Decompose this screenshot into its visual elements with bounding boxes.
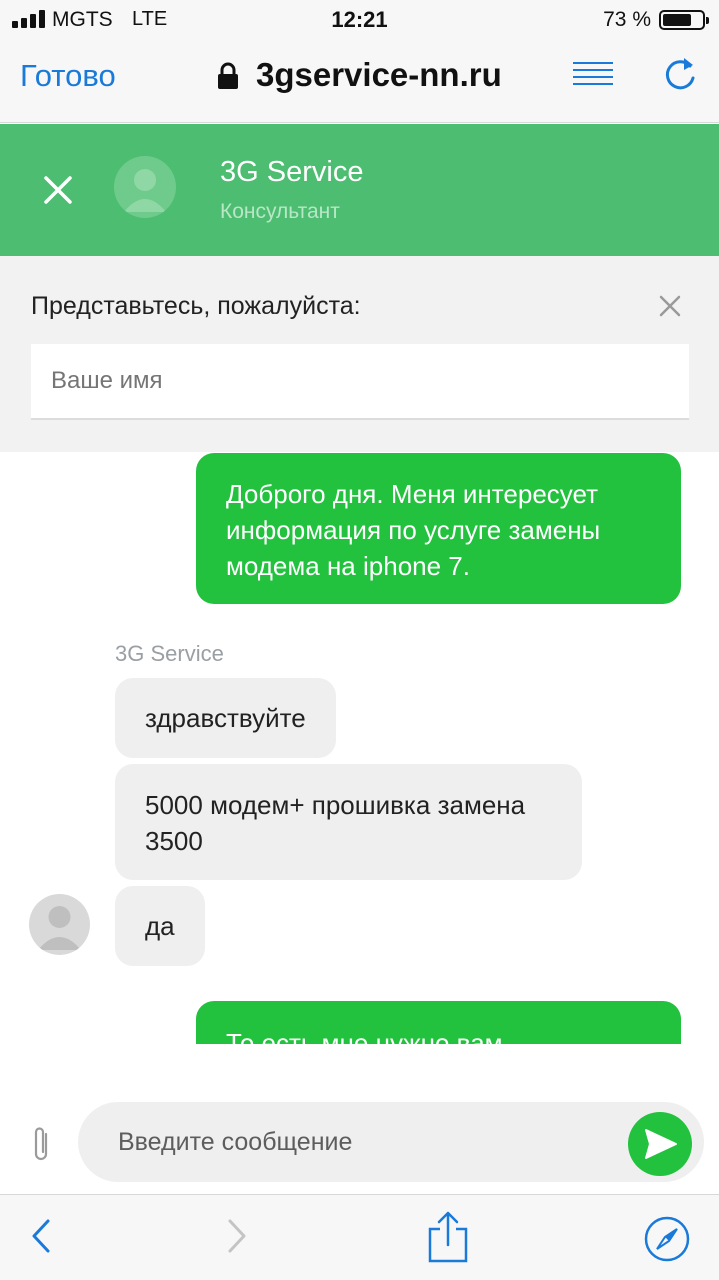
sender-label: 3G Service <box>115 641 224 666</box>
agent-avatar-small <box>29 894 90 955</box>
incoming-message: да <box>115 886 205 966</box>
person-icon <box>124 169 166 212</box>
reader-view-icon[interactable] <box>572 60 614 88</box>
close-form-icon[interactable] <box>658 294 682 318</box>
battery-percentage: 73 % <box>603 8 651 31</box>
agent-avatar <box>114 156 176 218</box>
close-chat-icon[interactable] <box>40 172 76 208</box>
paperclip-icon[interactable] <box>27 1124 55 1164</box>
back-chevron-icon[interactable] <box>26 1211 56 1261</box>
done-button[interactable]: Готово <box>20 58 116 94</box>
message-input[interactable] <box>118 1120 618 1164</box>
browser-header: Готово 3gservice-nn.ru <box>0 40 719 123</box>
lock-icon <box>218 62 238 89</box>
outgoing-message: Доброго дня. Меня интересует информация … <box>196 453 681 604</box>
outgoing-message: То есть мне нужно вам <box>196 1001 681 1044</box>
url-text: 3gservice-nn.ru <box>256 56 502 93</box>
agent-role: Консультант <box>220 200 340 223</box>
message-list[interactable]: Доброго дня. Меня интересует информация … <box>0 452 719 1044</box>
message-composer <box>0 1044 719 1194</box>
reload-icon[interactable] <box>664 56 698 92</box>
share-icon[interactable] <box>426 1209 470 1265</box>
forward-chevron-icon[interactable] <box>222 1211 252 1261</box>
message-input-container <box>78 1102 704 1182</box>
incoming-message: 5000 модем+ прошивка замена 3500 <box>115 764 582 880</box>
person-icon <box>38 906 81 950</box>
intro-form: Представьтесь, пожалуйста: <box>0 256 719 452</box>
status-bar: MGTS LTE 12:21 73 % <box>0 0 719 40</box>
battery-icon <box>659 10 709 30</box>
chat-header: 3G Service Консультант <box>0 124 719 256</box>
bottom-toolbar <box>0 1194 719 1280</box>
agent-name: 3G Service <box>220 156 364 188</box>
name-input[interactable] <box>31 344 689 420</box>
safari-compass-icon[interactable] <box>643 1215 691 1263</box>
intro-title: Представьтесь, пожалуйста: <box>31 292 361 320</box>
send-button[interactable] <box>628 1112 692 1176</box>
send-icon <box>645 1129 677 1159</box>
incoming-message: здравствуйте <box>115 678 336 758</box>
